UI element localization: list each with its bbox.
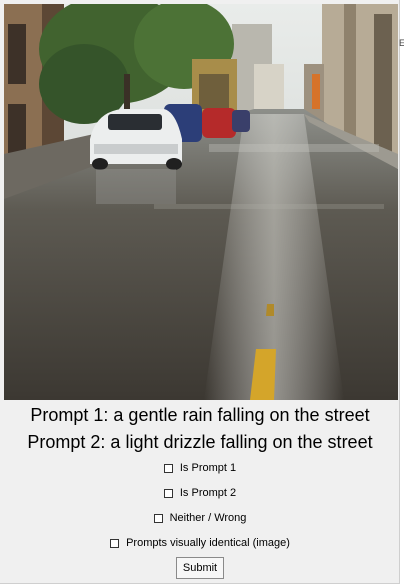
option-prompts-identical[interactable]: Prompts visually identical (image) [0,537,400,549]
annotation-window: Prompt 1: a gentle rain falling on the s… [0,0,400,584]
option-is-prompt-2[interactable]: Is Prompt 2 [0,487,400,499]
submit-button[interactable]: Submit [176,557,224,579]
generated-image [4,4,398,400]
prompts-identical-checkbox[interactable] [110,538,120,548]
option-neither-wrong[interactable]: Neither / Wrong [0,512,400,524]
is-prompt-1-checkbox[interactable] [163,463,173,473]
is-prompt-2-checkbox[interactable] [163,488,173,498]
prompt-1-text: Prompt 1: a gentle rain falling on the s… [30,405,370,425]
option-is-prompt-1[interactable]: Is Prompt 1 [0,462,400,474]
neither-wrong-checkbox[interactable] [153,513,163,523]
prompt-2-text: Prompt 2: a light drizzle falling on the… [27,432,373,452]
edge-glyph: E [399,38,404,48]
is-prompt-2-label: Is Prompt 2 [179,487,237,499]
neither-wrong-label: Neither / Wrong [169,512,247,524]
is-prompt-1-label: Is Prompt 1 [179,462,237,474]
prompts-identical-label: Prompts visually identical (image) [126,537,290,549]
